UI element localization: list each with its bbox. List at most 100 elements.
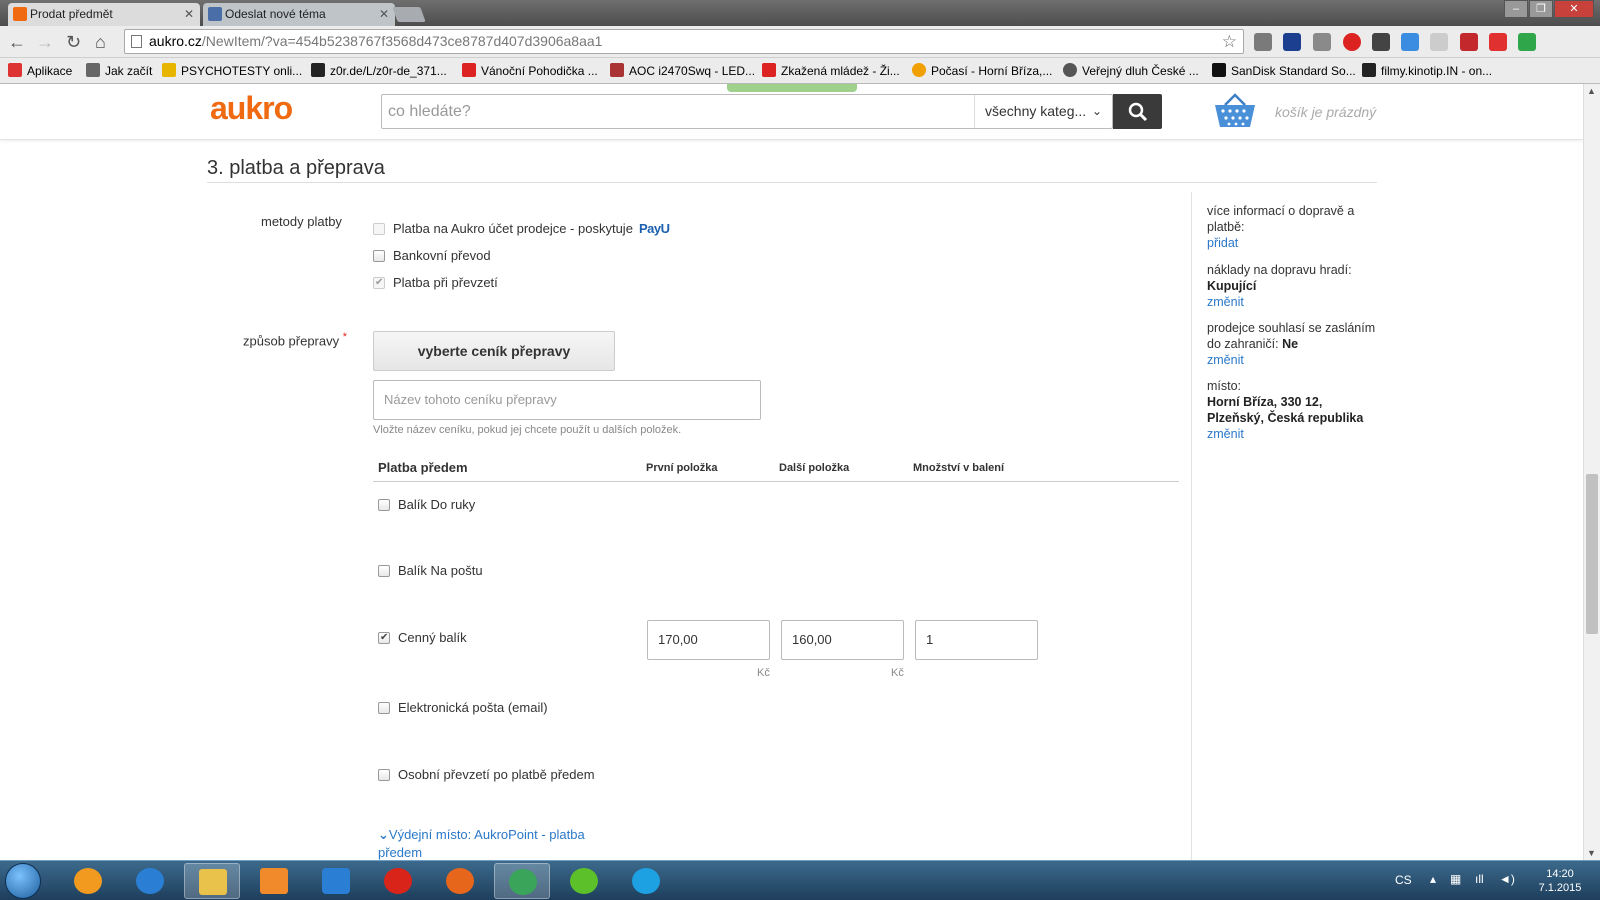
checkbox[interactable]: [378, 632, 390, 644]
bookmark-item[interactable]: Veřejný dluh České ...: [1063, 63, 1199, 79]
next-item-price-input[interactable]: 160,00: [781, 620, 904, 660]
minimize-button[interactable]: –: [1504, 0, 1528, 18]
chevron-down-icon: ⌄: [378, 827, 389, 842]
extension-alert-icon[interactable]: [1343, 33, 1361, 51]
select-pricelist-button[interactable]: vyberte ceník přepravy: [373, 331, 615, 371]
quantity-in-package-input[interactable]: 1: [915, 620, 1038, 660]
notification-tab[interactable]: [727, 84, 857, 92]
adblock-plus-icon[interactable]: [1460, 33, 1478, 51]
close-tab-icon[interactable]: ✕: [184, 3, 194, 26]
bookmark-item[interactable]: SanDisk Standard So...: [1212, 63, 1356, 79]
bookmark-star-icon[interactable]: ☆: [1222, 30, 1237, 53]
extension-weather-icon[interactable]: [1401, 33, 1419, 51]
bookmark-item[interactable]: filmy.kinotip.IN - on...: [1362, 63, 1492, 79]
basket-icon[interactable]: [1213, 93, 1257, 129]
taskbar-app[interactable]: [122, 863, 178, 899]
taskbar-app[interactable]: [556, 863, 612, 899]
youtube-icon: [462, 63, 476, 77]
address-bar[interactable]: aukro.cz/NewItem/?va=454b5238767f3568d47…: [124, 29, 1244, 54]
shipping-option-balik-na-postu[interactable]: Balík Na poštu: [378, 563, 483, 578]
pricelist-name-input[interactable]: Název tohoto ceníku přepravy: [373, 380, 761, 420]
taskbar-app[interactable]: [308, 863, 364, 899]
bookmark-item[interactable]: Aplikace: [8, 63, 72, 79]
checkbox[interactable]: [378, 499, 390, 511]
table-header-divider: [373, 481, 1179, 482]
payment-option-cash-on-delivery[interactable]: Platba při převzetí: [373, 275, 498, 290]
extension-ghost-icon[interactable]: [1254, 33, 1272, 51]
taskbar-app[interactable]: [60, 863, 116, 899]
close-tab-icon[interactable]: ✕: [379, 3, 389, 26]
change-location-link[interactable]: změnit: [1207, 427, 1244, 441]
shipping-option-personal-pickup[interactable]: Osobní převzetí po platbě předem: [378, 767, 595, 782]
cart-status[interactable]: košík je prázdný: [1275, 104, 1376, 120]
maximize-button[interactable]: ❐: [1529, 0, 1553, 18]
language-indicator[interactable]: CS: [1395, 873, 1412, 887]
taskbar-app[interactable]: [432, 863, 488, 899]
tab-odeslat-nove-tema[interactable]: Odeslat nové téma ✕: [203, 3, 395, 26]
bookmark-item[interactable]: AOC i2470Swq - LED...: [610, 63, 755, 79]
checkbox[interactable]: [373, 250, 385, 262]
search-input[interactable]: co hledáte? všechny kateg... ⌄: [381, 94, 1113, 129]
scroll-up-icon[interactable]: ▲: [1587, 86, 1596, 96]
sidebar-location: místo: Horní Bříza, 330 12, Plzeňský, Če…: [1207, 379, 1364, 441]
payment-option-aukro-account[interactable]: Platba na Aukro účet prodejce - poskytuj…: [373, 221, 670, 236]
new-tab-button[interactable]: [392, 7, 426, 22]
bookmark-item[interactable]: Zkažená mládež - Ži...: [762, 63, 900, 79]
section-divider: [207, 182, 1377, 183]
forward-icon[interactable]: →: [36, 32, 54, 52]
volume-icon[interactable]: ◄): [1499, 872, 1515, 886]
page-scrollbar[interactable]: ▲ ▼: [1583, 84, 1600, 860]
checkbox[interactable]: [378, 702, 390, 714]
category-select[interactable]: všechny kateg... ⌄: [974, 95, 1112, 128]
extension-grid-icon[interactable]: [1372, 33, 1390, 51]
bookmark-item[interactable]: Počasí - Horní Bříza,...: [912, 63, 1052, 79]
browser-toolbar: ← → ↻ ⌂ aukro.cz/NewItem/?va=454b5238767…: [0, 26, 1600, 72]
taskbar-app[interactable]: [246, 863, 302, 899]
first-item-price-input[interactable]: 170,00: [647, 620, 770, 660]
payment-option-bank-transfer[interactable]: Bankovní převod: [373, 248, 491, 263]
signal-icon[interactable]: ıll: [1475, 872, 1484, 886]
close-window-button[interactable]: ✕: [1554, 0, 1594, 18]
aukro-logo[interactable]: aukro: [210, 90, 293, 127]
extension-red-icon[interactable]: [1489, 33, 1507, 51]
taskbar-app[interactable]: [618, 863, 674, 899]
search-button[interactable]: [1113, 94, 1162, 129]
file-explorer-icon: [199, 869, 227, 895]
checkbox[interactable]: [373, 223, 385, 235]
shipping-option-cenny-balik[interactable]: Cenný balík: [378, 630, 467, 645]
k-icon: [1362, 63, 1376, 77]
extension-calculator-icon[interactable]: [1313, 33, 1331, 51]
scroll-down-icon[interactable]: ▼: [1587, 848, 1596, 858]
taskbar-app[interactable]: [494, 863, 550, 899]
bookmark-item[interactable]: Vánoční Pohodička ...: [462, 63, 598, 79]
aukropoint-expand-link[interactable]: ⌄Výdejní místo: AukroPoint - platba před…: [378, 826, 608, 862]
scrollbar-thumb[interactable]: [1586, 474, 1598, 634]
checkbox[interactable]: [373, 277, 385, 289]
extension-uk-flag-icon[interactable]: [1283, 33, 1301, 51]
bookmark-item[interactable]: z0r.de/L/z0r-de_371...: [311, 63, 447, 79]
chrome-icon: [509, 869, 537, 895]
back-icon[interactable]: ←: [8, 32, 26, 52]
bookmark-item[interactable]: PSYCHOTESTY onli...: [162, 63, 302, 79]
reload-icon[interactable]: ↻: [66, 32, 81, 52]
extension-green-icon[interactable]: [1518, 33, 1536, 51]
change-shipping-cost-link[interactable]: změnit: [1207, 295, 1244, 309]
tray-arrow-icon[interactable]: ▴: [1430, 872, 1436, 886]
tab-strip: Prodat předmět ✕ Odeslat nové téma ✕ – ❐…: [0, 0, 1600, 26]
tab-prodat-predmet[interactable]: Prodat předmět ✕: [8, 3, 200, 26]
shipping-option-balik-do-ruky[interactable]: Balík Do ruky: [378, 497, 475, 512]
taskbar-app[interactable]: [184, 863, 240, 899]
home-icon[interactable]: ⌂: [95, 32, 106, 52]
add-shipping-info-link[interactable]: přidat: [1207, 236, 1238, 250]
shipping-option-email[interactable]: Elektronická pošta (email): [378, 700, 548, 715]
bookmark-item[interactable]: Jak začít: [86, 63, 152, 79]
taskbar-app[interactable]: [370, 863, 426, 899]
sidebar-shipping-info: více informací o dopravě a platbě: přida…: [1207, 204, 1355, 250]
change-abroad-link[interactable]: změnit: [1207, 353, 1244, 367]
taskbar-clock[interactable]: 14:20 7.1.2015: [1530, 867, 1590, 895]
checkbox[interactable]: [378, 769, 390, 781]
start-button[interactable]: [5, 863, 41, 899]
network-icon[interactable]: ▦: [1450, 872, 1461, 886]
extension-qr-icon[interactable]: [1430, 33, 1448, 51]
checkbox[interactable]: [378, 565, 390, 577]
